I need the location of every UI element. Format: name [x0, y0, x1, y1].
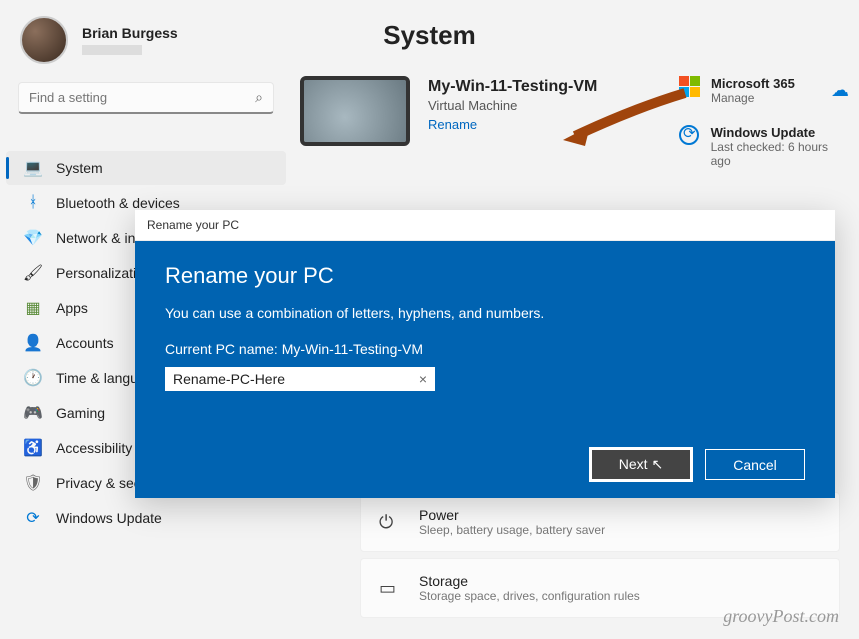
setting-title: Storage — [419, 573, 640, 589]
network-icon: 💎 — [24, 229, 42, 247]
desktop-thumbnail — [300, 76, 410, 146]
sidebar-item-label: Windows Update — [56, 510, 162, 526]
update-sub: Last checked: 6 hours ago — [711, 140, 849, 168]
search-input[interactable] — [29, 90, 255, 105]
dialog-current-name: Current PC name: My-Win-11-Testing-VM — [165, 341, 805, 357]
sidebar-item-label: Accounts — [56, 335, 114, 351]
sidebar-item-label: Gaming — [56, 405, 105, 421]
setting-title: Power — [419, 507, 605, 523]
shield-icon: 🛡 — [24, 474, 42, 492]
onedrive-icon[interactable]: ☁ — [831, 80, 849, 101]
microsoft-logo-icon — [679, 76, 701, 97]
rename-dialog: Rename your PC Rename your PC You can us… — [135, 210, 835, 498]
next-button[interactable]: Next↖ — [591, 449, 691, 480]
clock-icon: 🕐 — [24, 369, 42, 387]
pc-card: My-Win-11-Testing-VM Virtual Machine Ren… — [300, 76, 849, 146]
accessibility-icon: ♿ — [24, 439, 42, 457]
user-name: Brian Burgess — [82, 25, 178, 41]
settings-list: ⏻ Power Sleep, battery usage, battery sa… — [360, 492, 840, 624]
power-icon: ⏻ — [379, 512, 401, 533]
dialog-heading: Rename your PC — [165, 263, 805, 289]
setting-desc: Sleep, battery usage, battery saver — [419, 523, 605, 537]
search-box[interactable]: ⌕ — [18, 82, 274, 114]
sidebar-item-label: System — [56, 160, 103, 176]
person-icon: 👤 — [24, 334, 42, 352]
pc-type: Virtual Machine — [428, 98, 597, 113]
sidebar-item-label: Bluetooth & devices — [56, 195, 180, 211]
ms365-title: Microsoft 365 — [711, 76, 795, 91]
microsoft-365-card[interactable]: Microsoft 365 Manage — [679, 76, 849, 105]
cancel-button[interactable]: Cancel — [705, 449, 805, 480]
gaming-icon: 🎮 — [24, 404, 42, 422]
pc-name-input[interactable] — [173, 371, 419, 387]
sidebar-item-label: Apps — [56, 300, 88, 316]
windows-update-card[interactable]: Windows Update Last checked: 6 hours ago — [679, 125, 849, 168]
page-title: System — [383, 20, 476, 51]
sidebar-item-label: Accessibility — [56, 440, 132, 456]
search-icon: ⌕ — [255, 89, 263, 106]
display-icon: 💻 — [24, 159, 42, 177]
pc-name-input-wrap[interactable]: × — [165, 367, 435, 391]
apps-icon: ▦ — [24, 299, 42, 317]
sidebar-item-system[interactable]: 💻 System — [6, 151, 286, 185]
sync-icon — [679, 125, 699, 145]
update-title: Windows Update — [711, 125, 849, 140]
clear-icon[interactable]: × — [419, 371, 427, 387]
avatar[interactable] — [20, 16, 68, 64]
watermark: groovyPost.com — [723, 606, 839, 627]
pc-name: My-Win-11-Testing-VM — [428, 78, 597, 96]
dialog-desc: You can use a combination of letters, hy… — [165, 305, 805, 321]
cursor-icon: ↖ — [652, 456, 664, 473]
setting-row-power[interactable]: ⏻ Power Sleep, battery usage, battery sa… — [360, 492, 840, 552]
user-email-redacted — [82, 45, 142, 55]
bluetooth-icon: ᚼ — [24, 194, 42, 212]
rename-link[interactable]: Rename — [428, 117, 597, 132]
ms365-sub: Manage — [711, 91, 795, 105]
brush-icon: 🖌 — [24, 264, 42, 282]
setting-desc: Storage space, drives, configuration rul… — [419, 589, 640, 603]
update-icon: ⟳ — [24, 509, 42, 527]
sidebar-item-update[interactable]: ⟳ Windows Update — [6, 501, 286, 535]
dialog-titlebar: Rename your PC — [135, 210, 835, 241]
storage-icon: ▭ — [379, 578, 401, 599]
